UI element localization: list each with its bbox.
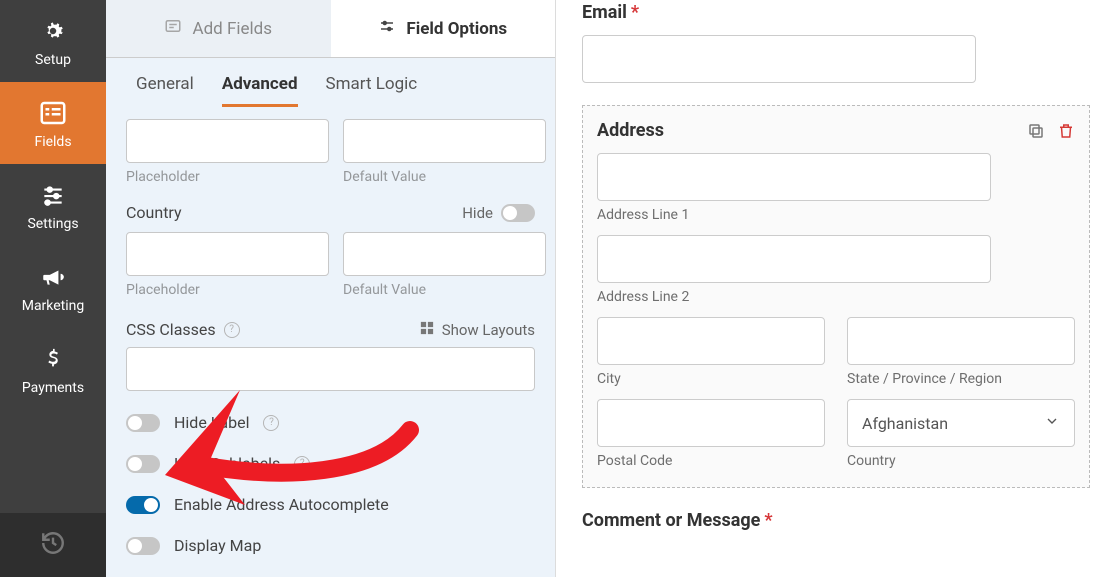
- enable-address-autocomplete-toggle[interactable]: [126, 496, 160, 514]
- country-sublabel: Country: [847, 453, 1075, 469]
- app-sidebar: Setup Fields Settings Marketing Payments: [0, 0, 106, 577]
- default-value-input-1[interactable]: [343, 119, 546, 163]
- state-input[interactable]: [847, 317, 1075, 365]
- css-classes-label: CSS Classes: [126, 320, 216, 339]
- css-classes-input[interactable]: [126, 347, 535, 391]
- sidebar-settings-label: Settings: [27, 216, 78, 232]
- subtab-general[interactable]: General: [136, 74, 194, 107]
- enable-address-autocomplete-text: Enable Address Autocomplete: [174, 495, 389, 514]
- tab-field-options-label: Field Options: [406, 19, 507, 39]
- field-options-panel: Add Fields Field Options General Advance…: [106, 0, 556, 577]
- show-layouts-link[interactable]: Show Layouts: [442, 321, 535, 339]
- sidebar-item-fields[interactable]: Fields: [0, 82, 106, 164]
- sidebar-item-setup[interactable]: Setup: [0, 0, 106, 82]
- form-preview: Email * Address Address Line 1 Address L…: [556, 0, 1116, 577]
- hide-label: Hide: [462, 204, 493, 222]
- comment-field-label: Comment or Message: [582, 510, 760, 531]
- hide-country-toggle[interactable]: [501, 204, 535, 222]
- postal-sublabel: Postal Code: [597, 453, 825, 469]
- card-icon: [164, 17, 182, 40]
- hide-sublabels-toggle[interactable]: [126, 455, 160, 473]
- grid-icon: [420, 321, 434, 339]
- help-icon[interactable]: ?: [224, 322, 240, 338]
- display-map-toggle[interactable]: [126, 537, 160, 555]
- hide-sublabels-text: Hide Sublabels: [174, 454, 280, 473]
- subtab-smart-logic[interactable]: Smart Logic: [326, 74, 418, 107]
- country-select[interactable]: Afghanistan: [847, 399, 1075, 447]
- required-indicator: *: [631, 2, 639, 23]
- placeholder-input-1[interactable]: [126, 119, 329, 163]
- email-input[interactable]: [582, 35, 976, 83]
- postal-code-input[interactable]: [597, 399, 825, 447]
- default-value-input-2[interactable]: [343, 232, 546, 276]
- placeholder-input-2[interactable]: [126, 232, 329, 276]
- sidebar-marketing-label: Marketing: [22, 298, 85, 314]
- trash-icon[interactable]: [1057, 122, 1075, 140]
- tab-add-fields[interactable]: Add Fields: [106, 0, 331, 58]
- sidebar-item-payments[interactable]: Payments: [0, 328, 106, 410]
- city-input[interactable]: [597, 317, 825, 365]
- address-field-block[interactable]: Address Address Line 1 Address Line 2 Ci…: [582, 105, 1090, 488]
- placeholder-caption-1: Placeholder: [126, 169, 329, 185]
- sidebar-item-history[interactable]: [0, 513, 106, 577]
- sidebar-fields-label: Fields: [34, 134, 71, 150]
- duplicate-icon[interactable]: [1027, 122, 1045, 140]
- address-line1-input[interactable]: [597, 153, 991, 201]
- help-icon[interactable]: ?: [263, 415, 279, 431]
- bullhorn-icon: [38, 262, 68, 292]
- sidebar-item-settings[interactable]: Settings: [0, 164, 106, 246]
- sliders-icon: [38, 180, 68, 210]
- country-section-label: Country: [126, 203, 182, 222]
- subtab-advanced[interactable]: Advanced: [222, 74, 298, 107]
- display-map-text: Display Map: [174, 536, 261, 555]
- hide-label-toggle[interactable]: [126, 414, 160, 432]
- tab-field-options[interactable]: Field Options: [331, 0, 556, 58]
- sidebar-item-marketing[interactable]: Marketing: [0, 246, 106, 328]
- required-indicator: *: [764, 510, 772, 531]
- list-icon: [38, 98, 68, 128]
- default-value-caption-1: Default Value: [343, 169, 546, 185]
- chevron-down-icon: [1044, 413, 1060, 433]
- sidebar-payments-label: Payments: [22, 380, 84, 396]
- settings-icon: [378, 17, 396, 40]
- help-icon[interactable]: ?: [294, 456, 310, 472]
- city-sublabel: City: [597, 371, 825, 387]
- panel-tabs: Add Fields Field Options: [106, 0, 555, 58]
- gear-icon: [38, 16, 68, 46]
- state-sublabel: State / Province / Region: [847, 371, 1075, 387]
- address-line2-input[interactable]: [597, 235, 991, 283]
- history-icon: [40, 530, 66, 560]
- hide-label-text: Hide Label: [174, 413, 249, 432]
- subtabs: General Advanced Smart Logic: [106, 58, 555, 107]
- address-line2-sublabel: Address Line 2: [597, 289, 1075, 305]
- address-field-label: Address: [597, 120, 664, 141]
- sidebar-setup-label: Setup: [35, 52, 71, 68]
- address-line1-sublabel: Address Line 1: [597, 207, 1075, 223]
- tab-add-fields-label: Add Fields: [192, 19, 272, 39]
- default-value-caption-2: Default Value: [343, 282, 546, 298]
- placeholder-caption-2: Placeholder: [126, 282, 329, 298]
- dollar-icon: [38, 344, 68, 374]
- email-field-label: Email: [582, 2, 627, 23]
- country-value: Afghanistan: [862, 414, 948, 433]
